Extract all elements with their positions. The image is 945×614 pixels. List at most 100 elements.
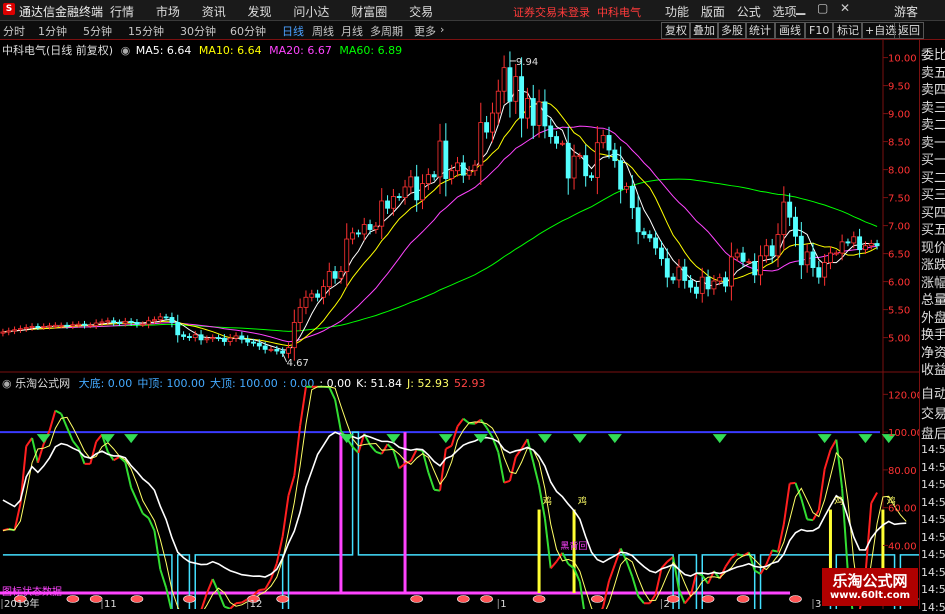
candle-body	[578, 156, 582, 157]
period-day[interactable]: 日线	[282, 23, 304, 39]
f10-button[interactable]: F10	[805, 22, 833, 39]
j-line-segment	[545, 518, 551, 568]
candle-body	[339, 272, 343, 279]
fuquan-button[interactable]: 复权	[661, 22, 691, 39]
huaxian-button[interactable]: 画线	[775, 22, 805, 39]
red-up-marker	[277, 596, 289, 603]
period-fenshi[interactable]: 分时	[3, 23, 25, 39]
duogu-button[interactable]: 多股	[717, 22, 747, 39]
j-line-segment	[26, 438, 32, 446]
ind-tick-label: 120.00	[888, 390, 919, 401]
candle-body	[386, 201, 390, 208]
candle-body	[275, 349, 279, 351]
j-line-segment	[259, 589, 265, 590]
ind-tick-label: 80.00	[888, 466, 917, 477]
quote-field-1: 卖五	[921, 62, 945, 81]
login-status: 证券交易未登录 中科电气	[513, 4, 641, 20]
tongji-button[interactable]: 统计	[745, 22, 775, 39]
candle-body	[747, 261, 751, 262]
back-button[interactable]: 返回	[894, 22, 924, 39]
j-line-segment	[830, 440, 836, 450]
maximize-icon[interactable]: ▢	[817, 1, 828, 15]
j-line-segment	[533, 462, 539, 486]
candle-body	[403, 187, 407, 198]
menu-gongneng[interactable]: 功能	[665, 5, 689, 19]
menu-faxian[interactable]: 发现	[248, 5, 272, 19]
price-tick-label: 8.00	[888, 166, 910, 177]
trade-field-0[interactable]: 自动	[921, 383, 945, 402]
price-tick-label: 8.50	[888, 138, 910, 149]
price-tick-label: 7.00	[888, 222, 910, 233]
candle-body	[852, 237, 856, 243]
red-up-marker	[481, 596, 493, 603]
trade-field-1[interactable]: 交易	[921, 403, 945, 422]
trade-time-1: 14:56	[921, 461, 945, 474]
period-60min[interactable]: 60分钟	[230, 23, 266, 39]
date-tick-label: 11	[104, 599, 117, 609]
candle-body	[758, 256, 762, 275]
green-down-marker	[124, 434, 138, 443]
watermark-logo: 乐淘公式网 www.60lt.com	[822, 568, 918, 606]
period-15min[interactable]: 15分钟	[128, 23, 164, 39]
candle-body	[380, 201, 384, 226]
j-line-segment	[283, 496, 289, 537]
period-1min[interactable]: 1分钟	[38, 23, 67, 39]
menu-banmian[interactable]: 版面	[701, 5, 725, 19]
candle-body	[444, 141, 448, 179]
menu-shichang[interactable]: 市场	[156, 5, 180, 19]
period-5min[interactable]: 5分钟	[83, 23, 112, 39]
yellow-signal-bar	[538, 510, 541, 593]
candle-body	[217, 338, 221, 339]
more-chevron-icon[interactable]: ›	[440, 23, 444, 36]
close-icon[interactable]: ✕	[840, 1, 850, 15]
diejia-button[interactable]: 叠加	[689, 22, 719, 39]
candle-body	[619, 161, 623, 190]
j-line-segment	[67, 428, 73, 441]
pink-signal-bar	[404, 432, 407, 593]
candle-body	[531, 98, 535, 125]
candle-body	[356, 233, 360, 234]
candle-body	[572, 156, 576, 178]
candle-body	[281, 351, 285, 353]
icon-status-label: 图标状态数据	[2, 585, 62, 598]
menu-zixun[interactable]: 资讯	[202, 5, 226, 19]
candle-body	[782, 202, 786, 234]
candle-body	[595, 143, 599, 178]
trade-field-2[interactable]: 盘后	[921, 423, 945, 442]
period-week[interactable]: 周线	[312, 23, 334, 39]
candle-body	[432, 175, 436, 177]
menu-wenxiaoda[interactable]: 问小达	[293, 5, 329, 19]
minimize-icon[interactable]: ▁	[796, 1, 805, 15]
j-line-segment	[836, 440, 842, 489]
candle-body	[490, 113, 494, 132]
menu-xuanxiang[interactable]: 选项	[773, 5, 797, 19]
candle-body	[677, 267, 681, 280]
candle-body	[141, 324, 145, 325]
menu-hangqing[interactable]: 行情	[110, 5, 134, 19]
candle-body	[514, 77, 518, 102]
guest-label[interactable]: 游客	[894, 3, 918, 20]
candle-body	[549, 126, 553, 137]
trade-time-3: 14:56	[921, 496, 945, 509]
menu-jiaoyi[interactable]: 交易	[409, 5, 433, 19]
j-line-segment	[213, 579, 219, 592]
candle-body	[665, 259, 669, 277]
j-line-segment	[114, 457, 120, 460]
candle-body	[735, 253, 739, 257]
candle-body	[351, 233, 355, 239]
candle-body	[823, 263, 827, 278]
period-30min[interactable]: 30分钟	[180, 23, 216, 39]
quote-field-6: 买一	[921, 149, 945, 168]
period-month[interactable]: 月线	[341, 23, 363, 39]
period-more[interactable]: 更多	[414, 23, 436, 39]
period-multi[interactable]: 多周期	[370, 23, 403, 39]
j-line-segment	[638, 596, 644, 603]
menu-caifuquan[interactable]: 财富圈	[351, 5, 387, 19]
candle-body	[689, 280, 693, 287]
chart-area[interactable]: 9.944.67 鸡鸡鸡鸡鸡黑背回图标状态数据 10.009.509.008.5…	[0, 40, 919, 609]
green-down-marker	[608, 434, 622, 443]
menu-gongshi[interactable]: 公式	[737, 5, 761, 19]
quote-field-3: 卖三	[921, 97, 945, 116]
biaoji-button[interactable]: 标记	[833, 22, 863, 39]
trade-time-5: 14:56	[921, 531, 945, 544]
